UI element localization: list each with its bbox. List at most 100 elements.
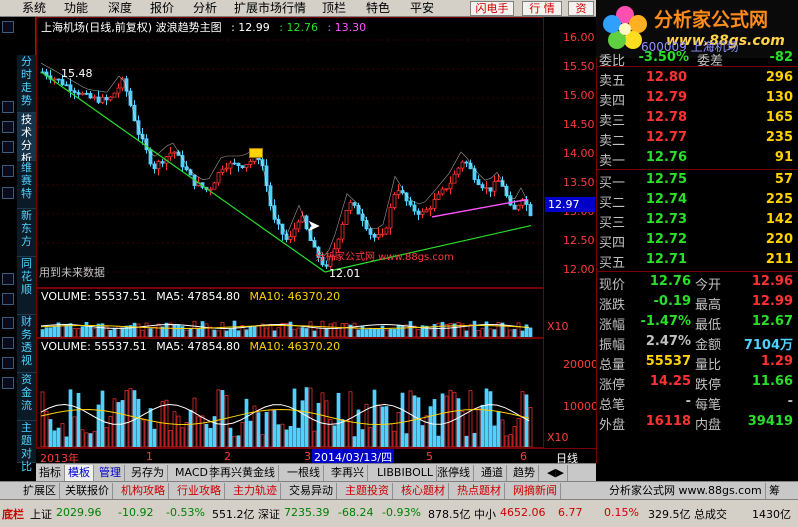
tab-single-line[interactable]: 一根线	[284, 465, 324, 481]
nav-hot-topics[interactable]: 热点题材	[454, 483, 505, 499]
candle-body	[460, 161, 465, 169]
list-icon[interactable]	[2, 121, 14, 133]
grid-icon[interactable]	[2, 165, 14, 177]
arrow-left-icon[interactable]	[2, 21, 14, 33]
nav-trading-anomaly[interactable]: 交易异动	[286, 483, 337, 499]
tab-indicator[interactable]: 指标	[36, 465, 65, 481]
volume-2-title-row: VOLUME: 55537.51 MA5: 47854.80 MA10: 463…	[41, 340, 346, 353]
ask-price: 12.80	[645, 70, 687, 85]
volume-bar	[192, 320, 197, 337]
volume-bar	[136, 398, 141, 447]
candle-body	[180, 155, 185, 168]
stat-label: 振幅	[599, 338, 626, 353]
nav-banner[interactable]: 分析家公式网 www.88gs.com	[606, 483, 766, 499]
price-tick: 16.00	[563, 31, 595, 44]
tab-channel[interactable]: 通道	[478, 465, 507, 481]
tab-trend[interactable]: 趋势	[510, 465, 539, 481]
sz-index-pct: -0.93%	[382, 506, 421, 519]
kline-icon[interactable]	[2, 141, 14, 153]
event-marker-icon[interactable]	[249, 148, 263, 158]
tab-scroll-arrows[interactable]: ◀▶	[544, 465, 568, 481]
indicator-tab-bar: 指标 模板 管理 另存为 MACD 李再兴黄金线 一根线 李再兴 LIBBIBO…	[36, 463, 596, 481]
nav-main-force-track[interactable]: 主力轨迹	[230, 483, 281, 499]
f10-detail-icon[interactable]	[2, 293, 14, 305]
volume-bar	[472, 432, 477, 447]
menu-item-features[interactable]: 特色	[366, 1, 390, 16]
volume-bar	[248, 325, 253, 337]
tab-manage[interactable]: 管理	[96, 465, 125, 481]
volume-pane-2[interactable]: VOLUME: 55537.51 MA5: 47854.80 MA10: 463…	[36, 338, 544, 448]
volume-bar	[264, 411, 269, 447]
tab-technical-analysis[interactable]: 技术分析	[17, 113, 36, 165]
volume-bar	[268, 409, 273, 447]
stat-value: 2.47%	[645, 334, 691, 349]
rsi-icon[interactable]	[2, 357, 14, 369]
bid-volume: 225	[765, 192, 793, 207]
nav-core-topics[interactable]: 核心题材	[398, 483, 449, 499]
volume-1-unit: X10	[547, 320, 569, 333]
tab-libbiboll[interactable]: LIBBIBOLL	[374, 465, 437, 481]
volume-bar	[248, 420, 253, 447]
stat-value: 39419	[747, 414, 793, 429]
date-tick: 2	[224, 450, 231, 463]
volume-bar	[332, 322, 337, 337]
volume-bar	[152, 428, 157, 447]
nav-extension-area[interactable]: 扩展区	[20, 483, 60, 499]
volume-bar	[372, 328, 377, 337]
tab-weisaite[interactable]: 维赛特	[17, 161, 36, 209]
tab-financial-view[interactable]: 财务透视	[17, 315, 36, 373]
price-chart-pane[interactable]: 上海机场(日线,前复权) 波浪趋势主图 : 12.99 : 12.76 : 13…	[36, 17, 544, 288]
menu-item-function[interactable]: 功能	[64, 1, 88, 16]
tab-tonghuashun[interactable]: 同花顺	[17, 257, 36, 315]
volume-bar	[80, 326, 85, 337]
sme-index-value: 4652.06	[500, 506, 546, 519]
wr-icon[interactable]	[2, 377, 14, 389]
nav-web-news[interactable]: 网摘新闻	[510, 483, 561, 499]
status-prefix[interactable]: 底栏	[2, 506, 24, 522]
nav-industry-strategy[interactable]: 行业攻略	[174, 483, 225, 499]
nav-institution-strategy[interactable]: 机构攻略	[118, 483, 169, 499]
tab-lizaixing[interactable]: 李再兴	[328, 465, 368, 481]
f10-icon[interactable]	[2, 273, 14, 285]
ask-label: 卖二	[599, 134, 626, 149]
date-tick: 1	[146, 450, 153, 463]
tab-fund-flow[interactable]: 资金流	[17, 373, 36, 421]
volume-bar	[224, 394, 229, 447]
tab-intraday[interactable]: 分时走势	[17, 55, 36, 113]
macd-icon[interactable]	[2, 317, 14, 329]
volume-bar	[192, 397, 197, 447]
tab-theme-compare[interactable]: 主题对比	[17, 421, 36, 473]
tab-save-as[interactable]: 另存为	[128, 465, 168, 481]
menu-item-depth[interactable]: 深度	[108, 1, 132, 16]
candle-body	[376, 234, 381, 238]
tab-golden-line[interactable]: 李再兴黄金线	[206, 465, 279, 481]
ask-volume: 235	[765, 130, 793, 145]
menu-item-extended-market[interactable]: 扩展市场行情	[234, 1, 306, 16]
nav-chips[interactable]: 筹	[766, 483, 783, 499]
nav-theme-investment[interactable]: 主题投资	[342, 483, 393, 499]
volume-bar	[128, 388, 133, 447]
ask-volume: 130	[765, 90, 793, 105]
menu-item-pingan[interactable]: 平安	[410, 1, 434, 16]
flash-trade-button[interactable]: 闪电手	[470, 1, 514, 16]
tab-new-oriental[interactable]: 新东方	[17, 209, 36, 257]
volume-pane-1[interactable]: VOLUME: 55537.51 MA5: 47854.80 MA10: 463…	[36, 288, 544, 338]
candle-body	[480, 184, 485, 189]
tab-template[interactable]: 模板	[65, 465, 94, 481]
quote-button[interactable]: 行 情	[522, 1, 562, 16]
menu-item-analysis[interactable]: 分析	[193, 1, 217, 16]
kdj-icon[interactable]	[2, 337, 14, 349]
menu-item-system[interactable]: 系统	[22, 1, 46, 16]
volume-bar	[72, 416, 77, 447]
info-button[interactable]: 资	[568, 1, 594, 16]
tab-limit-up-line[interactable]: 涨停线	[434, 465, 474, 481]
volume-bar	[40, 329, 45, 337]
bar-icon[interactable]	[2, 187, 14, 199]
left-tab-strip: 分时走势 技术分析 维赛特 新东方 同花顺 财务透视 资金流 主题对比	[0, 17, 36, 473]
ask-price: 12.79	[645, 90, 687, 105]
nav-related-quotes[interactable]: 关联报价	[62, 483, 113, 499]
stat-value: -0.19	[653, 294, 691, 309]
chart-icon[interactable]	[2, 101, 14, 113]
menu-item-quote[interactable]: 报价	[150, 1, 174, 16]
menu-item-topbar[interactable]: 顶栏	[322, 1, 346, 16]
